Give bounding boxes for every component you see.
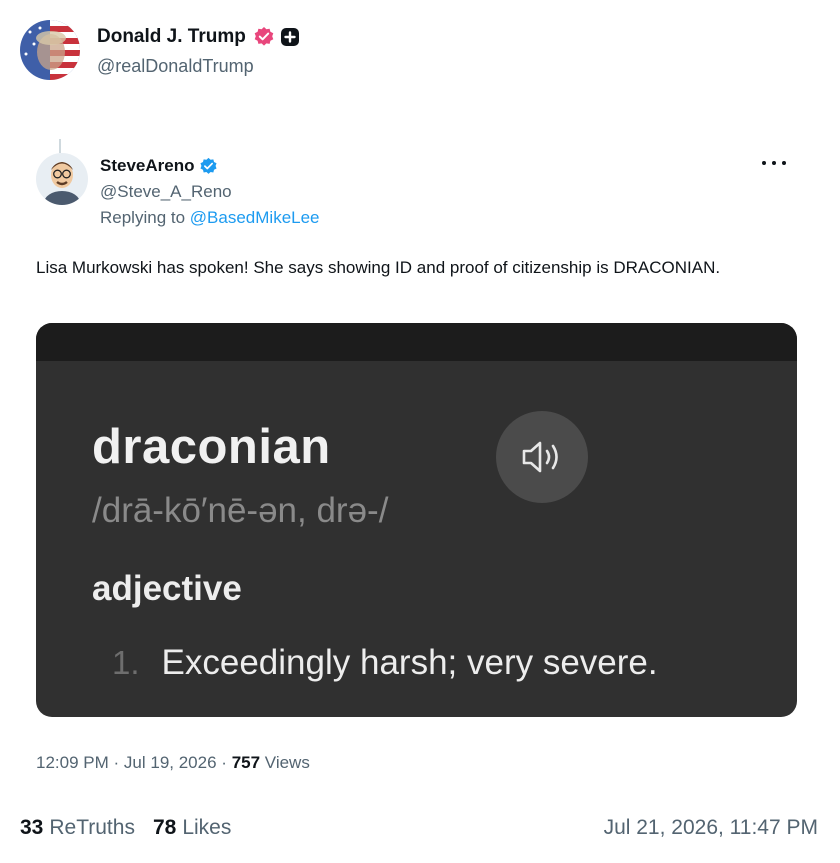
post-timestamp[interactable]: Jul 21, 2026, 11:47 PM: [604, 816, 818, 840]
flag-portrait-avatar-icon: [20, 20, 80, 80]
post-stats: 33 ReTruths 78 Likes Jul 21, 2026, 11:47…: [20, 816, 818, 840]
separator: ·: [113, 753, 120, 772]
quoted-author-name[interactable]: SteveAreno: [100, 156, 194, 176]
quoted-post-time[interactable]: 12:09 PM: [36, 753, 109, 772]
retruths-count[interactable]: 33: [20, 816, 43, 840]
more-options-icon[interactable]: [762, 153, 786, 173]
verified-badge-icon: [200, 157, 218, 174]
quoted-post-footer: 12:09 PM · Jul 19, 2026 · 757 Views: [36, 753, 310, 773]
post-header: Donald J. Trump @realDonaldTrump: [20, 20, 300, 80]
definition-row: 1. Exceedingly harsh; very severe.: [112, 643, 658, 683]
author-display-name[interactable]: Donald J. Trump: [97, 26, 246, 48]
dictionary-image[interactable]: draconian /drā-kō′nē-ən, drə-/ adjective…: [36, 323, 797, 717]
views-label: Views: [264, 753, 310, 772]
quoted-post-text: Lisa Murkowski has spoken! She says show…: [36, 258, 721, 277]
dictionary-word: draconian: [92, 420, 331, 474]
separator: ·: [221, 753, 227, 772]
speaker-icon: [522, 441, 558, 473]
likes-label[interactable]: Likes: [182, 816, 231, 840]
cartoon-avatar-icon: [36, 153, 88, 205]
views-count: 757: [231, 753, 261, 772]
thread-line: [59, 139, 61, 153]
truth-post: Donald J. Trump @realDonaldTrump SteveAr…: [0, 0, 840, 863]
dictionary-pronunciation: /drā-kō′nē-ən, drə-/: [92, 491, 389, 530]
replying-to: Replying to @BasedMikeLee: [100, 208, 320, 228]
definition-number: 1.: [112, 644, 140, 681]
part-of-speech: adjective: [92, 569, 242, 608]
retruths-label[interactable]: ReTruths: [49, 816, 135, 840]
author-handle[interactable]: @realDonaldTrump: [97, 56, 300, 77]
quoted-avatar[interactable]: [36, 153, 88, 205]
reply-mention-link[interactable]: @BasedMikeLee: [190, 208, 320, 227]
quoted-post-date[interactable]: Jul 19, 2026: [124, 753, 217, 772]
definition-text: Exceedingly harsh; very severe.: [161, 643, 658, 682]
image-top-bar: [36, 323, 797, 361]
avatar[interactable]: [20, 20, 80, 80]
quoted-author-handle[interactable]: @Steve_A_Reno: [100, 182, 320, 202]
plus-badge-icon: [280, 27, 299, 46]
replying-to-label: Replying to: [100, 208, 186, 227]
speaker-button[interactable]: [496, 411, 588, 503]
likes-count[interactable]: 78: [153, 816, 176, 840]
verified-badge-icon: [254, 26, 274, 46]
